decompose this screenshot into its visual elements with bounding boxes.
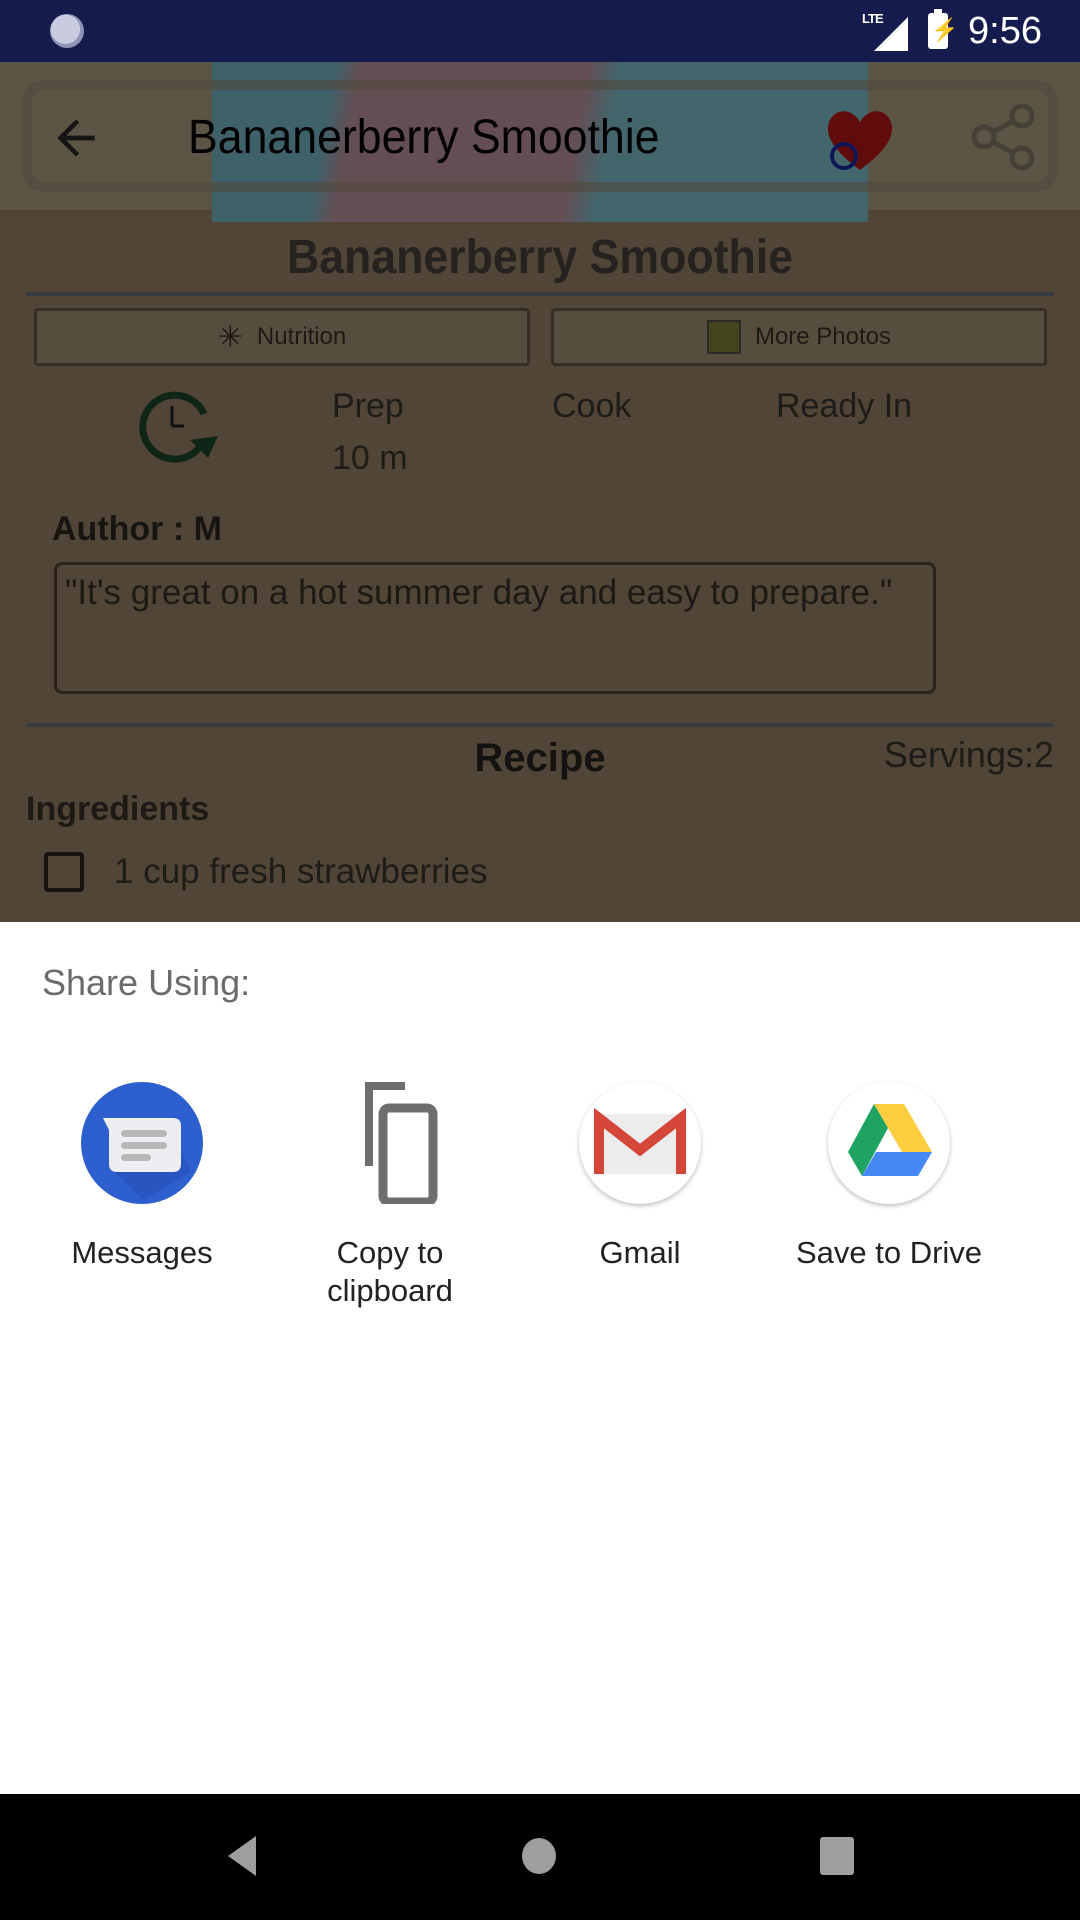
ready-label: Ready In bbox=[776, 387, 913, 425]
more-photos-label: More Photos bbox=[754, 323, 892, 350]
cook-time: Cook bbox=[552, 380, 631, 432]
sync-loader-icon bbox=[50, 14, 84, 48]
share-target-drive[interactable]: Save to Drive bbox=[764, 1082, 1014, 1272]
ingredient-item[interactable]: 1 cup fresh strawberries bbox=[44, 852, 487, 892]
navigation-bar bbox=[0, 1794, 1080, 1920]
share-target-messages[interactable]: Messages bbox=[17, 1082, 267, 1272]
share-target-label: Messages bbox=[71, 1235, 213, 1270]
prep-time: Prep 10 m bbox=[332, 380, 408, 484]
nav-home-button[interactable] bbox=[514, 1834, 564, 1878]
recipe-title: Bananerberry Smoothie bbox=[286, 231, 794, 284]
toolbar: Bananerberry Smoothie bbox=[0, 62, 1080, 222]
photos-icon bbox=[706, 320, 741, 354]
arrow-left-icon bbox=[57, 119, 95, 157]
divider bbox=[26, 723, 1054, 727]
drive-icon bbox=[828, 1082, 950, 1204]
share-sheet-title: Share Using: bbox=[42, 962, 251, 1003]
share-icon bbox=[971, 103, 1035, 171]
gmail-icon bbox=[579, 1082, 701, 1204]
author-quote: "It's great on a hot summer day and easy… bbox=[54, 562, 936, 694]
battery-charging-icon: ⚡ bbox=[928, 9, 958, 49]
share-target-copy-clipboard[interactable]: Copy to clipboard bbox=[265, 1082, 515, 1310]
favorite-button[interactable] bbox=[820, 100, 900, 176]
more-photos-button[interactable]: More Photos bbox=[551, 308, 1047, 366]
clock-arrow-icon bbox=[139, 391, 218, 463]
nav-recents-button[interactable] bbox=[812, 1834, 862, 1878]
back-button[interactable] bbox=[48, 110, 104, 166]
ingredients-label: Ingredients bbox=[26, 790, 210, 828]
nav-back-button[interactable] bbox=[218, 1834, 268, 1878]
prep-label: Prep bbox=[332, 387, 404, 425]
share-target-label: Gmail bbox=[599, 1235, 681, 1270]
nutrition-label: Nutrition bbox=[256, 323, 347, 350]
share-target-gmail[interactable]: Gmail bbox=[515, 1082, 765, 1272]
heart-icon bbox=[827, 111, 893, 170]
ingredient-checkbox[interactable] bbox=[44, 852, 84, 892]
clock: 9:56 bbox=[968, 9, 1042, 52]
nutrition-icon: ✳ bbox=[217, 320, 243, 354]
recents-square-icon bbox=[820, 1837, 854, 1875]
servings[interactable]: Servings:2 bbox=[884, 734, 1054, 776]
toolbar-title: Bananerberry Smoothie bbox=[188, 111, 660, 164]
share-sheet: Share Using: Messages Copy to clipboard bbox=[0, 922, 1080, 1794]
status-bar: LTE ⚡ 9:56 bbox=[0, 0, 1080, 62]
author: Author : M bbox=[52, 510, 222, 548]
ingredient-text: 1 cup fresh strawberries bbox=[114, 852, 488, 891]
nutrition-button[interactable]: ✳ Nutrition bbox=[34, 308, 530, 366]
copy-icon bbox=[329, 1082, 451, 1207]
prep-value: 10 m bbox=[332, 439, 408, 477]
recipe-screen: Bananerberry Smoothie Bananerberry Smoot… bbox=[0, 62, 1080, 922]
share-target-label: Copy to clipboard bbox=[327, 1235, 453, 1308]
home-circle-icon bbox=[522, 1838, 556, 1874]
back-triangle-icon bbox=[228, 1836, 256, 1876]
lte-signal-icon: LTE bbox=[862, 11, 909, 51]
ready-time: Ready In bbox=[776, 380, 912, 432]
share-button[interactable] bbox=[968, 102, 1038, 172]
share-target-label: Save to Drive bbox=[795, 1235, 983, 1270]
divider bbox=[26, 292, 1054, 296]
cook-label: Cook bbox=[552, 387, 632, 425]
messages-icon bbox=[81, 1082, 203, 1204]
